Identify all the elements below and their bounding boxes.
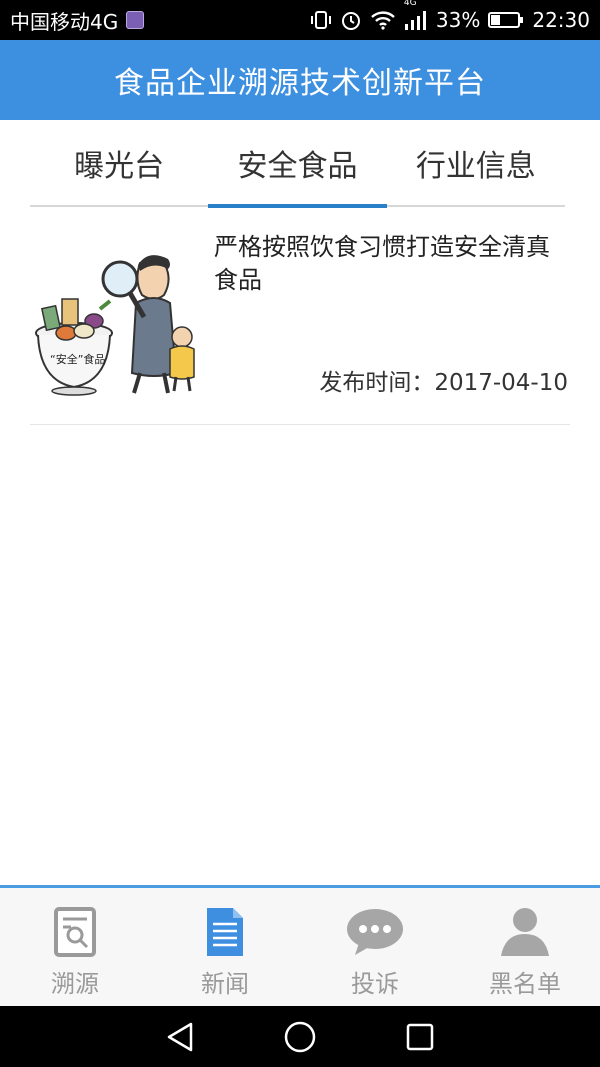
back-button[interactable] [160, 1017, 200, 1057]
battery-icon [488, 12, 524, 28]
alarm-icon [341, 12, 360, 30]
tab-label: 曝光台 [74, 148, 165, 184]
bottom-navigation: 溯源 新闻 投诉 黑名单 [0, 885, 600, 1006]
title-bar: 食品企业溯源技术创新平台 [0, 40, 600, 120]
system-navigation-bar [0, 1006, 600, 1067]
clock: 22:30 [532, 8, 590, 32]
tab-safe-food[interactable]: 安全食品 [208, 120, 387, 208]
tab-exposure[interactable]: 曝光台 [30, 120, 208, 205]
news-list-item[interactable]: “安全”食品 严格按照饮食习惯打造安全清真食品 发布时间：2017-04-10 [30, 215, 570, 425]
tab-bar: 曝光台 安全食品 行业信息 [30, 120, 565, 208]
signal-icon: 4G [404, 0, 428, 30]
nav-label: 黑名单 [489, 970, 561, 998]
wifi-icon [371, 11, 395, 30]
tab-industry-info[interactable]: 行业信息 [387, 120, 565, 205]
back-triangle-icon [167, 1022, 193, 1051]
news-document-icon [207, 908, 243, 956]
document-search-icon [54, 907, 96, 957]
nav-label: 溯源 [51, 970, 99, 998]
thumb-caption: “安全”食品 [50, 352, 105, 366]
carrier-label: 中国移动4G [10, 9, 119, 34]
recents-button[interactable] [400, 1017, 440, 1057]
app-notification-icon [126, 11, 145, 29]
nav-news[interactable]: 新闻 [150, 888, 300, 1006]
recents-square-icon [406, 1023, 434, 1050]
news-title: 严格按照饮食习惯打造安全清真食品 [214, 233, 550, 294]
nav-complaint[interactable]: 投诉 [300, 888, 450, 1006]
vibrate-icon [310, 11, 331, 29]
home-circle-icon [284, 1021, 316, 1052]
tab-label: 安全食品 [237, 148, 358, 184]
home-button[interactable] [280, 1017, 320, 1057]
network-badge: 4G [403, 0, 417, 8]
chat-bubble-icon [347, 909, 403, 955]
page-title: 食品企业溯源技术创新平台 [114, 66, 486, 101]
news-thumbnail: “安全”食品 [35, 255, 195, 396]
news-date: 发布时间：2017-04-10 [319, 370, 568, 396]
nav-blacklist[interactable]: 黑名单 [450, 888, 600, 1006]
nav-label: 新闻 [201, 970, 249, 998]
nav-trace[interactable]: 溯源 [0, 888, 150, 1006]
status-bar: 中国移动4G 4G 33% 22:30 [0, 0, 600, 40]
nav-label: 投诉 [351, 970, 399, 998]
battery-percent: 33% [435, 8, 481, 32]
tab-label: 行业信息 [415, 148, 536, 184]
person-icon [501, 908, 549, 956]
